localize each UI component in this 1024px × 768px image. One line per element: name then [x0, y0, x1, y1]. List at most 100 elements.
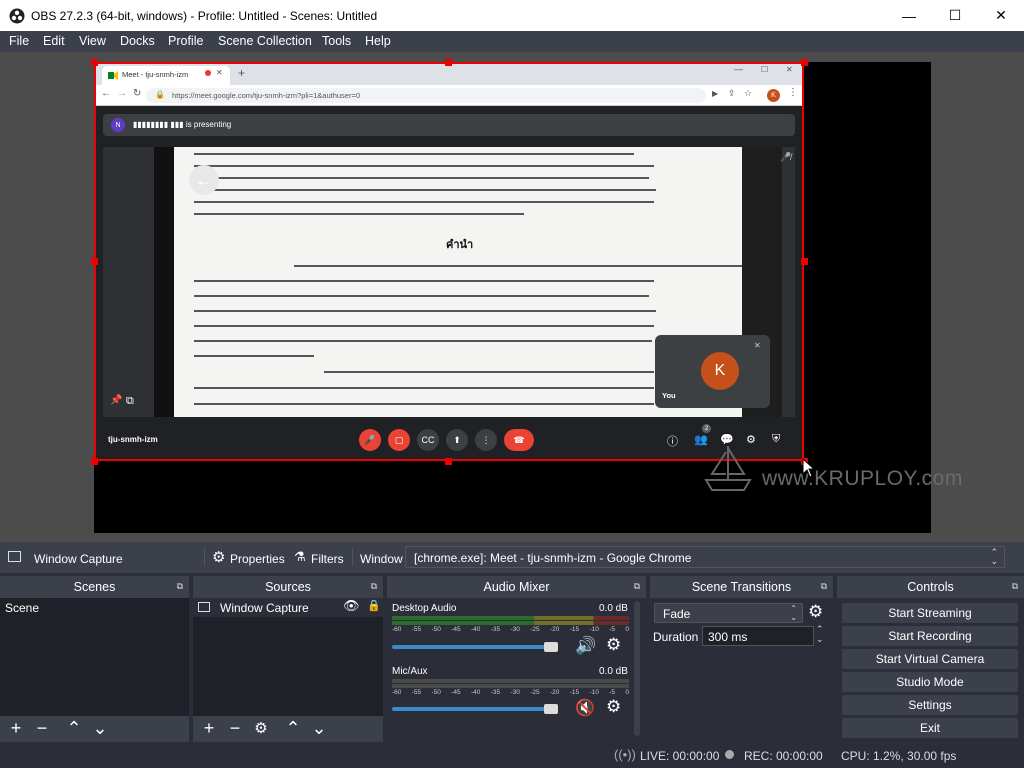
- prev-slide-arrow-icon[interactable]: ←: [189, 165, 219, 195]
- menu-help[interactable]: Help: [365, 34, 391, 48]
- lock-icon[interactable]: 🔒: [367, 599, 381, 612]
- resize-handle-left[interactable]: [91, 258, 98, 265]
- remove-scene-icon[interactable]: −: [31, 718, 53, 739]
- new-tab-icon[interactable]: +: [238, 66, 245, 80]
- add-source-icon[interactable]: +: [198, 718, 220, 739]
- transition-select[interactable]: Fade ⌃ ⌄: [654, 603, 803, 623]
- move-source-down-icon[interactable]: ⌄: [308, 718, 330, 739]
- properties-button[interactable]: Properties: [230, 552, 285, 566]
- reload-icon[interactable]: ↻: [133, 88, 141, 99]
- studio-mode-button[interactable]: Studio Mode: [842, 672, 1018, 692]
- lock-icon: 🔒: [155, 90, 165, 99]
- tab-close-icon[interactable]: ✕: [216, 68, 223, 77]
- settings-button[interactable]: Settings: [842, 695, 1018, 715]
- chrome-close-icon[interactable]: ✕: [786, 65, 793, 74]
- resize-handle-right[interactable]: [801, 258, 808, 265]
- doc-line: [194, 340, 652, 342]
- resize-handle-top[interactable]: [445, 59, 452, 66]
- tick: 0: [625, 626, 629, 633]
- browser-menu-icon[interactable]: ⋮: [788, 87, 798, 98]
- menu-docks[interactable]: Docks: [120, 34, 155, 48]
- source-item[interactable]: Window Capture 👁 🔒: [193, 598, 383, 617]
- chrome-maximize-icon[interactable]: ☐: [761, 65, 768, 74]
- captions-button[interactable]: CC: [417, 429, 439, 451]
- menu-file[interactable]: File: [9, 34, 29, 48]
- meeting-info-icon[interactable]: ⓘ: [667, 433, 678, 449]
- desktop-audio-slider-knob[interactable]: [544, 642, 558, 652]
- sources-undock-icon[interactable]: ⧉: [371, 581, 377, 592]
- bookmark-star-icon[interactable]: ☆: [744, 88, 752, 99]
- controls-undock-icon[interactable]: ⧉: [1012, 581, 1018, 592]
- start-streaming-button[interactable]: Start Streaming: [842, 603, 1018, 623]
- back-arrow-icon[interactable]: ←: [101, 88, 111, 99]
- muted-speaker-icon[interactable]: 🔇: [575, 698, 595, 718]
- maximize-button[interactable]: ☐: [932, 0, 978, 31]
- presenting-screen-icon[interactable]: ⧉: [126, 395, 134, 408]
- resize-handle-bottom[interactable]: [445, 458, 452, 465]
- scenes-title: Scenes: [73, 580, 116, 594]
- doc-line: [194, 153, 634, 155]
- sources-toolbar: + − ⚙ ⌃ ⌄: [193, 716, 383, 742]
- window-title: OBS 27.2.3 (64-bit, windows) - Profile: …: [31, 9, 378, 23]
- browser-tab[interactable]: Meet - tju-snmh-izm ✕: [102, 66, 230, 85]
- doc-line: [194, 387, 654, 389]
- menu-profile[interactable]: Profile: [168, 34, 203, 48]
- menu-tools[interactable]: Tools: [322, 34, 351, 48]
- transitions-undock-icon[interactable]: ⧉: [821, 581, 827, 592]
- mic-aux-gear-icon[interactable]: ⚙: [606, 697, 621, 717]
- window-select-dropdown[interactable]: [chrome.exe]: Meet - tju-snmh-izm - Goog…: [405, 546, 1005, 568]
- mic-aux-slider-knob[interactable]: [544, 704, 558, 714]
- url-field[interactable]: 🔒 https://meet.google.com/tju-snmh-izm?p…: [146, 88, 706, 103]
- window-capture-source[interactable]: Meet - tju-snmh-izm ✕ + — ☐ ✕ ← → ↻ 🔒 ht…: [94, 62, 804, 461]
- mic-aux-label: Mic/Aux: [392, 666, 428, 677]
- add-scene-icon[interactable]: +: [5, 718, 27, 739]
- filters-button[interactable]: Filters: [311, 552, 344, 566]
- properties-gear-icon[interactable]: ⚙: [212, 548, 225, 566]
- more-options-button[interactable]: ⋮: [475, 429, 497, 451]
- mic-off-button[interactable]: 🎤: [359, 429, 381, 451]
- pin-icon[interactable]: 📌: [110, 395, 122, 406]
- duration-stepper-icon[interactable]: ⌃ ⌄: [816, 624, 824, 644]
- leave-call-button[interactable]: ☎: [504, 429, 534, 451]
- share-icon[interactable]: ⇪: [728, 88, 736, 99]
- move-source-up-icon[interactable]: ⌃: [282, 718, 304, 739]
- start-recording-button[interactable]: Start Recording: [842, 626, 1018, 646]
- desktop-audio-volume-slider[interactable]: [392, 645, 551, 649]
- scene-item[interactable]: Scene: [0, 598, 189, 616]
- tick: -5: [609, 689, 616, 696]
- duration-spinbox[interactable]: 300 ms: [702, 626, 814, 646]
- resize-handle-top-right[interactable]: [801, 59, 808, 66]
- mixer-undock-icon[interactable]: ⧉: [634, 581, 640, 592]
- move-scene-up-icon[interactable]: ⌃: [63, 718, 85, 739]
- move-scene-down-icon[interactable]: ⌄: [89, 718, 111, 739]
- scenes-undock-icon[interactable]: ⧉: [177, 581, 183, 592]
- speaker-icon[interactable]: 🔊: [575, 636, 596, 656]
- camera-indicator-icon[interactable]: ▶: [712, 89, 718, 98]
- doc-line: [194, 189, 656, 191]
- chrome-minimize-icon[interactable]: —: [734, 64, 743, 74]
- browser-profile-avatar[interactable]: K: [767, 89, 780, 102]
- menu-edit[interactable]: Edit: [43, 34, 65, 48]
- visibility-eye-icon[interactable]: 👁: [343, 598, 360, 614]
- forward-arrow-icon[interactable]: →: [117, 88, 127, 99]
- desktop-audio-gear-icon[interactable]: ⚙: [606, 635, 621, 655]
- mic-aux-volume-slider[interactable]: [392, 707, 551, 711]
- menu-scene-collection[interactable]: Scene Collection: [218, 34, 312, 48]
- close-button[interactable]: ✕: [978, 0, 1024, 31]
- source-properties-gear-icon[interactable]: ⚙: [250, 719, 272, 737]
- present-screen-button[interactable]: ⬆: [446, 429, 468, 451]
- camera-off-button[interactable]: ▢: [388, 429, 410, 451]
- transition-properties-gear-icon[interactable]: ⚙: [808, 602, 823, 622]
- filters-icon[interactable]: ⚗: [294, 549, 306, 565]
- duration-label: Duration: [653, 630, 699, 644]
- rec-timer: REC: 00:00:00: [744, 749, 823, 763]
- remove-source-icon[interactable]: −: [224, 718, 246, 739]
- mixer-scrollbar[interactable]: [634, 601, 640, 736]
- exit-button[interactable]: Exit: [842, 718, 1018, 738]
- resize-handle-bottom-left[interactable]: [91, 458, 98, 465]
- resize-handle-top-left[interactable]: [91, 59, 98, 66]
- minimize-button[interactable]: —: [886, 0, 932, 31]
- menu-view[interactable]: View: [79, 34, 106, 48]
- tick: -40: [471, 689, 481, 696]
- start-virtual-camera-button[interactable]: Start Virtual Camera: [842, 649, 1018, 669]
